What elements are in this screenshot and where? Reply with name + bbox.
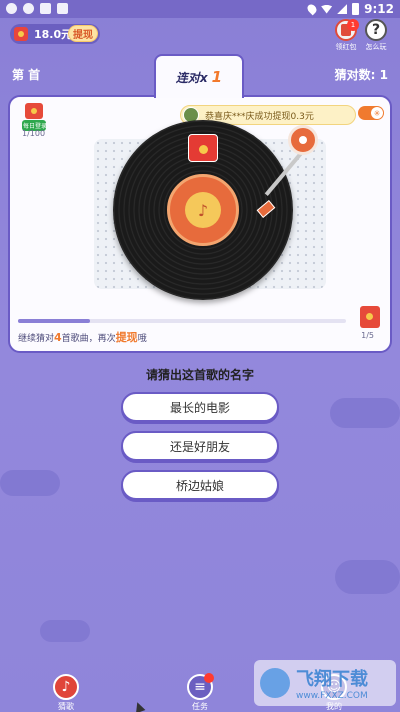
record-label: ♪ <box>167 174 239 246</box>
battery-icon <box>352 3 360 15</box>
progress-fill <box>18 319 91 323</box>
question-icon: ? <box>365 19 387 41</box>
help-label: 怎么玩 <box>365 43 387 51</box>
withdraw-button[interactable]: 提现 <box>68 25 98 42</box>
nav-tasks[interactable]: ≡ 任务 <box>180 673 220 712</box>
app-icon <box>40 3 51 14</box>
hint-middle: 首歌曲，再次 <box>61 334 116 344</box>
notice-text: 恭喜庆***庆成功提现0.3元 <box>205 111 314 122</box>
combo-count: 1 <box>211 68 223 86</box>
watermark: 飞翔下载 www.FXXZ.COM <box>254 660 396 706</box>
decor-cloud <box>40 620 90 642</box>
player-card: 每日登录 1/100 恭喜庆***庆成功提现0.3元 ✳ ♪ 继续猜对4首歌曲，… <box>8 95 392 353</box>
sound-toggle[interactable]: ✳ <box>358 106 384 120</box>
hint-number: 4 <box>54 331 62 344</box>
watermark-logo <box>260 668 290 698</box>
music-note-icon: ♪ <box>53 674 79 700</box>
answer-option-3[interactable]: 桥边姑娘 <box>121 470 279 500</box>
notification-icon <box>6 3 17 14</box>
tonearm-base <box>288 125 318 155</box>
progress-bar <box>18 319 346 323</box>
decor-cloud <box>330 398 400 428</box>
clock: 9:12 <box>364 2 394 16</box>
nav-label: 任务 <box>192 702 208 711</box>
red-envelope-icon[interactable] <box>188 134 218 162</box>
help-button[interactable]: ? 怎么玩 <box>364 19 388 52</box>
decor-cloud <box>335 560 400 594</box>
status-bar: 9:12 <box>0 0 400 18</box>
signal-icon <box>337 4 348 14</box>
answer-option-2[interactable]: 还是好朋友 <box>121 431 279 461</box>
daily-progress: 1/100 <box>22 129 46 138</box>
hint-action: 提现 <box>115 331 138 344</box>
coin-icon <box>14 27 28 41</box>
app-icon <box>57 3 68 14</box>
decor-cloud <box>0 470 60 496</box>
music-note-icon: ♪ <box>185 192 221 228</box>
withdraw-hint: 继续猜对4首歌曲，再次提现哦 <box>18 329 147 345</box>
question-text: 请猜出这首歌的名字 <box>145 368 254 382</box>
watermark-title: 飞翔下载 <box>296 669 368 690</box>
red-envelope-icon: 1 <box>335 19 359 41</box>
redpack-button[interactable]: 1 领红包 <box>334 19 359 52</box>
location-icon <box>305 2 319 16</box>
sync-icon <box>23 3 34 14</box>
level-indicator: 第 首 <box>12 68 41 82</box>
red-envelope-icon[interactable] <box>360 306 380 328</box>
wifi-icon <box>321 4 333 14</box>
redpack-progress: 1/5 <box>361 331 374 340</box>
redpack-badge: 1 <box>347 19 359 31</box>
red-envelope-icon <box>25 103 43 119</box>
hint-suffix: 哦 <box>137 334 147 344</box>
nav-guess-song[interactable]: ♪ 猜歌 <box>46 674 86 712</box>
sun-icon: ✳ <box>371 107 383 119</box>
redpack-label: 领红包 <box>335 43 357 51</box>
balance-value: 18.0元 <box>34 28 73 41</box>
hint-prefix: 继续猜对 <box>18 334 55 344</box>
answer-option-1[interactable]: 最长的电影 <box>121 392 279 422</box>
combo-tab: 连对x 1 <box>154 54 244 98</box>
task-badge <box>204 673 214 683</box>
combo-label: 连对x <box>175 70 208 85</box>
nav-label: 猜歌 <box>58 702 74 711</box>
watermark-url: www.FXXZ.COM <box>296 691 368 701</box>
daily-login-button[interactable]: 每日登录 <box>22 103 47 131</box>
guess-count: 猜对数: 1 <box>334 68 388 82</box>
